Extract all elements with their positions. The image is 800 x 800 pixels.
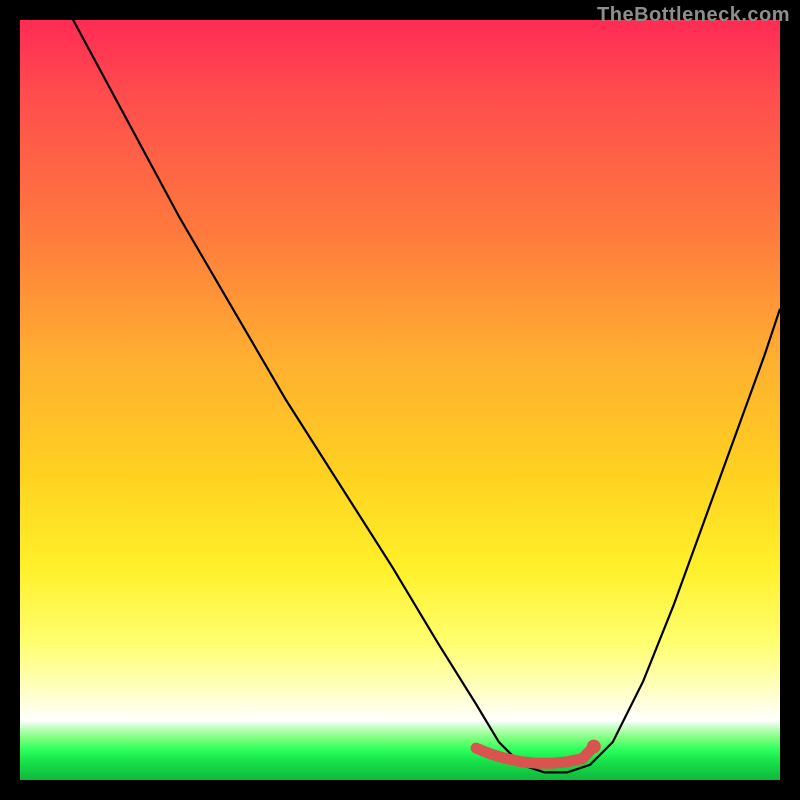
curve-layer: [20, 20, 780, 780]
plot-area: [20, 20, 780, 780]
chart-frame: TheBottleneck.com: [0, 0, 800, 800]
watermark-text: TheBottleneck.com: [597, 4, 790, 27]
optimal-zone-end-dot: [587, 740, 601, 754]
optimal-zone-marker-path: [476, 747, 594, 764]
bottleneck-curve-path: [20, 20, 780, 772]
